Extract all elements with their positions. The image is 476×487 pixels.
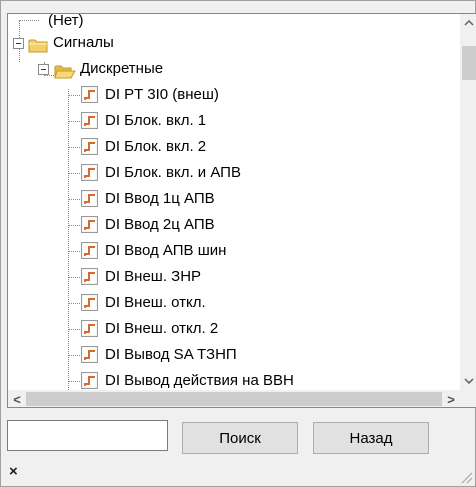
discrete-signal-icon [81, 86, 98, 103]
tree-line [68, 277, 80, 278]
tree-folder-discrete[interactable]: Дискретные [8, 56, 458, 82]
tree-line [68, 355, 80, 356]
scroll-left-icon[interactable]: < [8, 390, 26, 407]
search-button[interactable]: Поиск [182, 422, 298, 454]
signal-item-label: DI Блок. вкл. 2 [105, 138, 207, 155]
signal-tree-panel: (Нет) Сигналы Дискретные DI PT 3I0 (внеш… [7, 13, 476, 408]
tree-line [68, 303, 80, 304]
signal-item[interactable]: DI Блок. вкл. и АПВ [8, 160, 458, 186]
search-input[interactable] [7, 420, 168, 451]
discrete-signal-icon [81, 112, 98, 129]
tree-line [68, 147, 80, 148]
discrete-signal-icon [81, 320, 98, 337]
signal-item[interactable]: DI Внеш. ЗНР [8, 264, 458, 290]
signal-item-label: DI Блок. вкл. и АПВ [105, 164, 241, 181]
signal-item-label: DI Ввод АПВ шин [105, 242, 227, 259]
signal-item[interactable]: DI Блок. вкл. 2 [8, 134, 458, 160]
scroll-down-icon[interactable] [460, 372, 476, 390]
tree-line [68, 95, 80, 96]
signal-item[interactable]: DI Блок. вкл. 1 [8, 108, 458, 134]
tree-line [68, 121, 80, 122]
tree-line [68, 381, 80, 382]
signal-item[interactable]: DI Ввод 1ц АПВ [8, 186, 458, 212]
tree-line [68, 225, 80, 226]
tree-line [68, 329, 80, 330]
vertical-scrollbar[interactable] [460, 14, 476, 390]
close-icon[interactable]: × [9, 463, 18, 480]
signal-item-label: DI Внеш. откл. [105, 294, 206, 311]
vertical-scroll-thumb[interactable] [462, 46, 476, 80]
signal-item-label: DI Внеш. ЗНР [105, 268, 202, 285]
open-folder-icon [54, 62, 76, 79]
discrete-signal-icon [81, 164, 98, 181]
signal-picker-window: (Нет) Сигналы Дискретные DI PT 3I0 (внеш… [0, 0, 476, 487]
signal-item-label: DI Ввод 1ц АПВ [105, 190, 215, 207]
discrete-signal-icon [81, 190, 98, 207]
signal-item-label: DI Вывод действия на ВВН [105, 372, 294, 389]
tree-line [68, 173, 80, 174]
discrete-signal-icon [81, 294, 98, 311]
tree-item-label: Сигналы [53, 34, 114, 51]
discrete-signal-icon [81, 216, 98, 233]
signal-item-label: DI Вывод SA ТЗНП [105, 346, 237, 363]
scroll-right-icon[interactable]: > [442, 390, 460, 407]
horizontal-scroll-thumb[interactable] [26, 392, 442, 406]
signal-item[interactable]: DI Внеш. откл. [8, 290, 458, 316]
discrete-signal-icon [81, 138, 98, 155]
folder-icon [28, 36, 48, 53]
signal-item-label: DI Ввод 2ц АПВ [105, 216, 215, 233]
scroll-corner [460, 390, 476, 407]
signal-item-label: DI PT 3I0 (внеш) [105, 86, 219, 103]
signal-item-label: DI Внеш. откл. 2 [105, 320, 219, 337]
scroll-up-icon[interactable] [460, 14, 476, 32]
discrete-signal-icon [81, 268, 98, 285]
signal-item[interactable]: DI Ввод 2ц АПВ [8, 212, 458, 238]
tree-line [68, 251, 80, 252]
discrete-signal-icon [81, 242, 98, 259]
tree-item-label: Дискретные [80, 60, 164, 77]
signal-tree[interactable]: (Нет) Сигналы Дискретные DI PT 3I0 (внеш… [8, 14, 460, 390]
signal-item[interactable]: DI Вывод SA ТЗНП [8, 342, 458, 368]
tree-folder-signals[interactable]: Сигналы [8, 30, 458, 56]
signal-item[interactable]: DI Ввод АПВ шин [8, 238, 458, 264]
discrete-signal-icon [81, 372, 98, 389]
horizontal-scrollbar[interactable]: < > [8, 390, 460, 407]
tree-line [68, 199, 80, 200]
signal-item[interactable]: DI Внеш. откл. 2 [8, 316, 458, 342]
signal-item-label: DI Блок. вкл. 1 [105, 112, 207, 129]
collapse-icon[interactable] [13, 38, 24, 49]
collapse-icon[interactable] [38, 64, 49, 75]
discrete-signal-icon [81, 346, 98, 363]
signal-item[interactable]: DI PT 3I0 (внеш) [8, 82, 458, 108]
back-button[interactable]: Назад [313, 422, 429, 454]
resize-grip-icon[interactable] [459, 470, 473, 484]
signal-item[interactable]: DI Вывод действия на ВВН [8, 368, 458, 390]
